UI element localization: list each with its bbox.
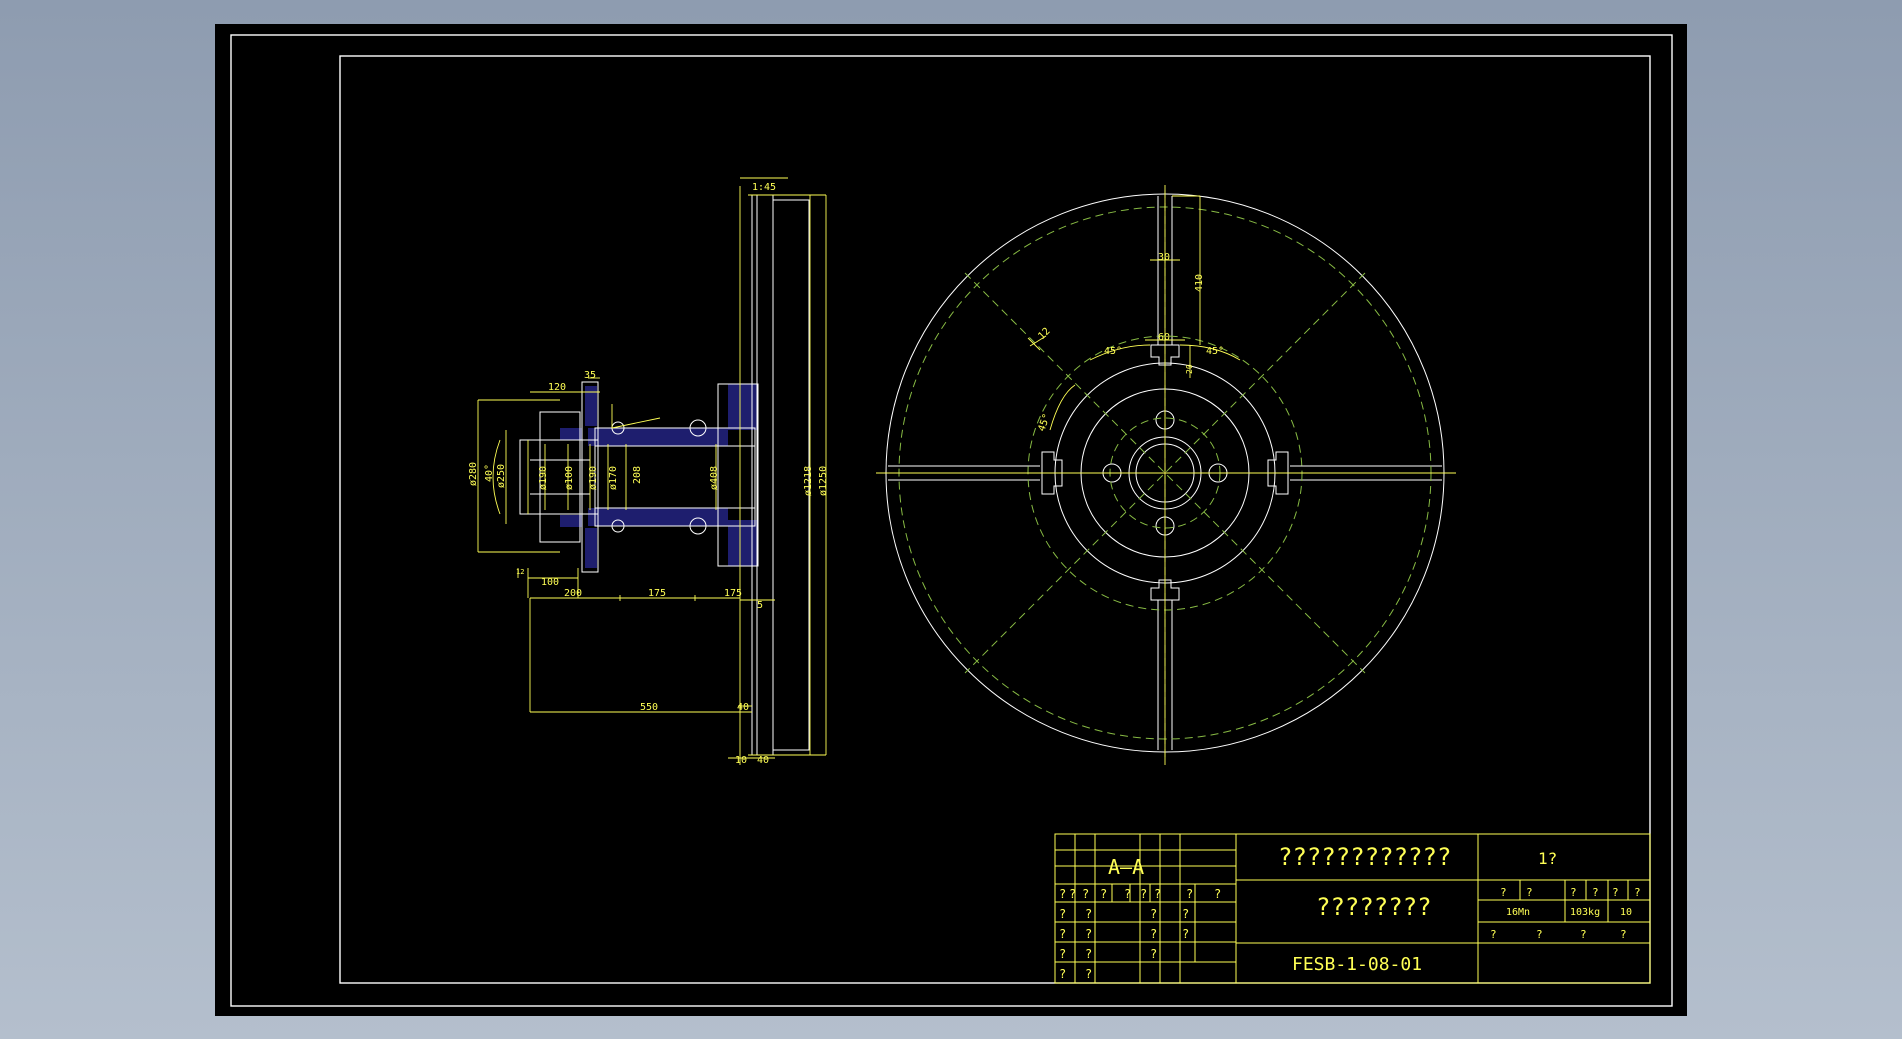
info-footer-cell: ? — [1580, 928, 1587, 941]
section-label: A—A — [1108, 855, 1144, 879]
dim-5: 5 — [757, 600, 763, 611]
left-row-cell: ? — [1182, 907, 1189, 921]
left-row-cell: ? — [1085, 907, 1092, 921]
section-fill — [560, 515, 582, 527]
left-header-cell: ? — [1100, 887, 1107, 901]
section-fill — [588, 428, 728, 446]
dim-408: ø408 — [709, 466, 720, 490]
dim-208: 208 — [632, 466, 643, 484]
left-header-cell: ? — [1059, 887, 1066, 901]
dim-200: 200 — [564, 588, 582, 599]
material-value: 16Mn — [1506, 907, 1530, 918]
dim-40a: 40 — [737, 702, 749, 713]
left-row-cell: ? — [1059, 947, 1066, 961]
section-fill — [560, 428, 582, 440]
drawing-sheet — [215, 24, 1687, 1016]
dim-35: 35 — [584, 370, 596, 381]
cad-viewport[interactable]: 1:45 120 35 ø280 40° ø250 ø190 ø100 ø190… — [0, 0, 1902, 1039]
title-sub: ???????? — [1316, 893, 1432, 921]
dim-550: 550 — [640, 702, 658, 713]
dim-60: 60 — [1158, 332, 1170, 343]
info-header-cell: ? — [1634, 886, 1641, 899]
left-row-cell: ? — [1150, 907, 1157, 921]
left-row-cell: ? — [1150, 927, 1157, 941]
left-header-cell: ? — [1186, 887, 1193, 901]
left-header-cell: ? — [1082, 887, 1089, 901]
dim-40b: 40 — [757, 755, 769, 766]
info-header-cell: ? — [1500, 886, 1507, 899]
left-row-cell: ? — [1059, 927, 1066, 941]
left-row-cell: ? — [1085, 967, 1092, 981]
dim-40deg: 40° — [484, 464, 495, 482]
info-header-cell: ? — [1592, 886, 1599, 899]
left-header-cell: ? — [1140, 887, 1147, 901]
left-header-cell: ? — [1069, 887, 1076, 901]
left-row-cell: ? — [1085, 927, 1092, 941]
info-header-cell: ? — [1570, 886, 1577, 899]
dim-410: 410 — [1194, 274, 1205, 292]
dim-250: ø250 — [496, 464, 507, 488]
dim-170: ø170 — [608, 466, 619, 490]
dim-190b: ø190 — [588, 466, 599, 490]
left-row-cell: ? — [1150, 947, 1157, 961]
info-header-cell: ? — [1526, 886, 1533, 899]
dim-20: 20 — [1185, 364, 1194, 374]
left-header-cell: ? — [1214, 887, 1221, 901]
left-row-cell: ? — [1085, 947, 1092, 961]
sheet-label: 1? — [1538, 849, 1557, 868]
dim-100-bottom: 100 — [541, 577, 559, 588]
weight-value: 103kg — [1570, 907, 1600, 918]
dim-45-left: 45° — [1104, 346, 1122, 357]
title-main: ???????????? — [1278, 843, 1451, 871]
dim-100: ø100 — [564, 466, 575, 490]
section-fill — [728, 384, 758, 430]
info-footer-cell: ? — [1536, 928, 1543, 941]
left-row-cell: ? — [1059, 907, 1066, 921]
dim-30: 30 — [1158, 252, 1170, 263]
dim-10: 10 — [735, 755, 747, 766]
dim-190: ø190 — [538, 466, 549, 490]
dim-45-right: 45° — [1206, 346, 1224, 357]
dim-taper: 1:45 — [752, 182, 776, 193]
left-header-cell: ? — [1154, 887, 1161, 901]
section-fill — [588, 508, 728, 526]
dim-280: ø280 — [468, 462, 479, 486]
dim-175a: 175 — [648, 588, 666, 599]
scale-value: 10 — [1620, 907, 1632, 918]
left-row-cell: ? — [1059, 967, 1066, 981]
dim-120: 120 — [548, 382, 566, 393]
left-header-cell: ? — [1124, 887, 1131, 901]
info-footer-cell: ? — [1490, 928, 1497, 941]
dim-175b: 175 — [724, 588, 742, 599]
dim-12: 12 — [516, 568, 524, 576]
dim-1218: ø1218 — [803, 466, 814, 496]
info-header-cell: ? — [1612, 886, 1619, 899]
section-fill — [728, 520, 758, 566]
dim-1250: ø1250 — [818, 466, 829, 496]
left-row-cell: ? — [1182, 927, 1189, 941]
info-footer-cell: ? — [1620, 928, 1627, 941]
section-fill — [585, 528, 597, 568]
drawing-number: FESB-1-08-01 — [1292, 954, 1422, 975]
